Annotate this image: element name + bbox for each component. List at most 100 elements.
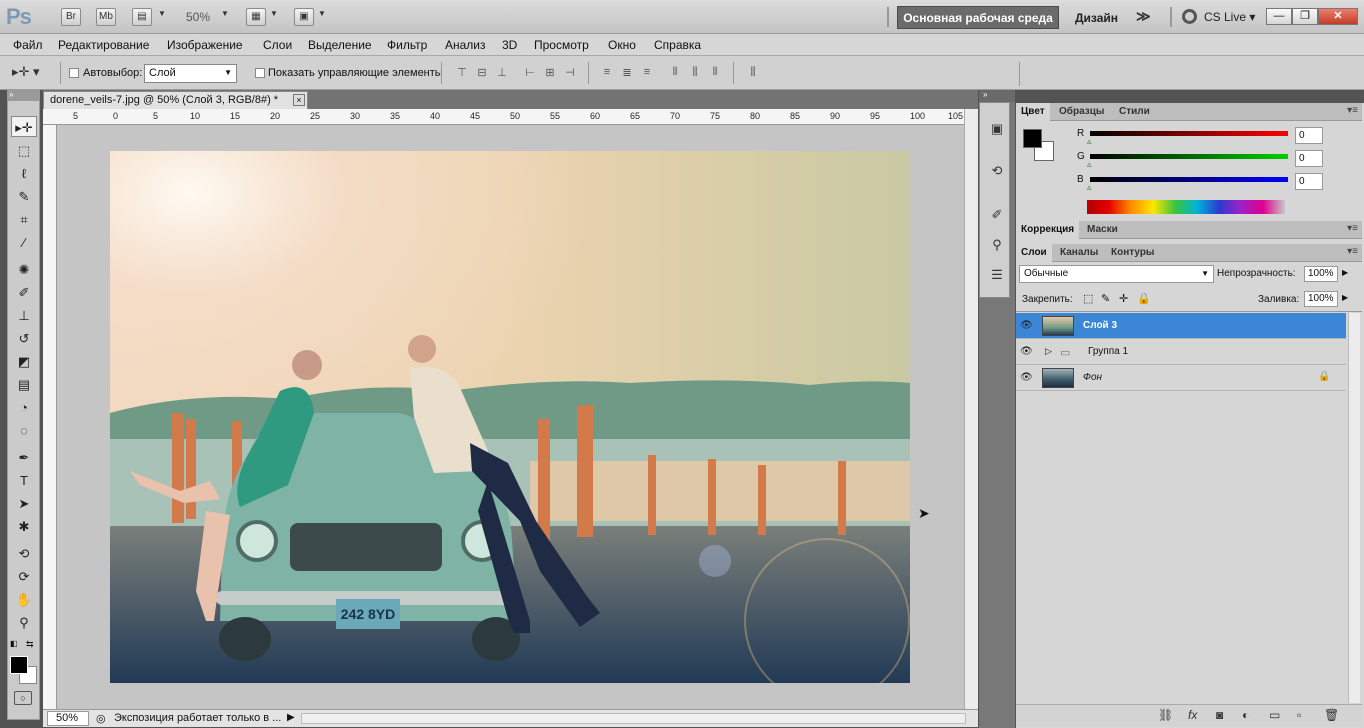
close-document-icon[interactable]: ×: [293, 94, 305, 106]
opacity-slider-icon[interactable]: ▶: [1342, 268, 1348, 277]
status-menu-icon[interactable]: ▶: [287, 712, 295, 723]
panel-menu-icon[interactable]: ▾≡: [1347, 246, 1358, 257]
history-icon[interactable]: ⟲: [988, 163, 1006, 181]
zoom-level[interactable]: 50%: [186, 10, 210, 24]
tool-presets-icon[interactable]: ☰: [988, 267, 1006, 285]
blend-mode-select[interactable]: Обычные ▼: [1019, 265, 1214, 283]
gradient-tool-icon[interactable]: ▤: [11, 374, 37, 395]
layer-row[interactable]: 👁 Фон 🔒: [1016, 365, 1346, 391]
menu-layer[interactable]: Слои: [263, 38, 292, 52]
delete-layer-icon[interactable]: 🗑: [1324, 708, 1339, 722]
clone-source-icon[interactable]: ⚲: [988, 237, 1006, 255]
tab-styles[interactable]: Стили: [1114, 103, 1155, 121]
layers-scrollbar[interactable]: [1348, 313, 1360, 703]
align-right-icon[interactable]: ⊣: [563, 66, 577, 80]
workspace-essentials-button[interactable]: Основная рабочая среда: [897, 6, 1059, 29]
fill-input[interactable]: 100%: [1304, 291, 1338, 307]
move-tool-icon[interactable]: ▸✛: [11, 116, 37, 137]
screen-mode-dropdown-icon[interactable]: ▼: [318, 9, 326, 18]
expand-group-icon[interactable]: ▷: [1045, 346, 1052, 357]
new-group-icon[interactable]: ▭: [1269, 708, 1280, 722]
mini-bridge-button[interactable]: Mb: [96, 8, 116, 26]
adjustment-layer-icon[interactable]: ◐: [1242, 708, 1249, 722]
eraser-tool-icon[interactable]: ◩: [11, 351, 37, 372]
opacity-input[interactable]: 100%: [1304, 266, 1338, 282]
navigator-icon[interactable]: ▣: [988, 121, 1006, 139]
foreground-color-swatch[interactable]: [1023, 129, 1042, 148]
layer-row[interactable]: 👁 ▷ ▭ Группа 1: [1016, 339, 1346, 365]
layer-style-icon[interactable]: fx: [1188, 708, 1197, 722]
document-image[interactable]: 242 8YD: [110, 151, 910, 683]
panel-menu-icon[interactable]: ▾≡: [1347, 223, 1358, 234]
history-brush-tool-icon[interactable]: ↺: [11, 328, 37, 349]
blur-tool-icon[interactable]: ◔: [11, 397, 37, 418]
type-tool-icon[interactable]: T: [11, 470, 37, 491]
menu-help[interactable]: Справка: [654, 38, 701, 52]
green-value-input[interactable]: 0: [1295, 150, 1323, 167]
align-bottom-icon[interactable]: ⊥: [495, 66, 509, 80]
add-mask-icon[interactable]: ◙: [1216, 708, 1223, 722]
menu-edit[interactable]: Редактирование: [58, 38, 149, 52]
arrange-documents-icon[interactable]: ▦: [246, 8, 266, 26]
cs-live-button[interactable]: CS Live ▾: [1204, 10, 1255, 24]
align-hcenter-icon[interactable]: ⊞: [543, 66, 557, 80]
autoselect-target-select[interactable]: Слой ▼: [144, 64, 237, 83]
align-top-icon[interactable]: ⊤: [455, 66, 469, 80]
lasso-tool-icon[interactable]: ℓ: [11, 163, 37, 184]
auto-align-layers-icon[interactable]: ⫼: [746, 66, 760, 80]
foreground-color-swatch[interactable]: [10, 656, 28, 674]
close-button[interactable]: ✕: [1318, 8, 1358, 25]
lock-all-icon[interactable]: 🔒: [1137, 292, 1151, 305]
fill-slider-icon[interactable]: ▶: [1342, 293, 1348, 302]
extras-icon[interactable]: ▤: [132, 8, 152, 26]
3d-rotate-tool-icon[interactable]: ⟲: [11, 543, 37, 564]
visibility-eye-icon[interactable]: 👁: [1020, 372, 1033, 383]
lock-image-icon[interactable]: ✎: [1101, 292, 1110, 305]
distribute-left-icon[interactable]: ⫴: [668, 66, 682, 80]
distribute-top-icon[interactable]: ≡: [600, 66, 614, 80]
tab-layers[interactable]: Слои: [1016, 244, 1052, 262]
menu-3d[interactable]: 3D: [502, 38, 517, 52]
tab-paths[interactable]: Контуры: [1106, 244, 1159, 262]
green-slider[interactable]: [1090, 154, 1288, 159]
align-left-icon[interactable]: ⊢: [523, 66, 537, 80]
menu-view[interactable]: Просмотр: [534, 38, 589, 52]
tab-adjustments[interactable]: Коррекция: [1016, 221, 1080, 239]
red-slider-handle[interactable]: ▵: [1087, 136, 1092, 147]
tab-color[interactable]: Цвет: [1016, 103, 1050, 121]
3d-orbit-tool-icon[interactable]: ⟳: [11, 566, 37, 587]
show-transform-controls-checkbox[interactable]: [255, 68, 265, 78]
path-selection-tool-icon[interactable]: ➤: [11, 493, 37, 514]
brush-presets-icon[interactable]: ✐: [988, 207, 1006, 225]
menu-window[interactable]: Окно: [608, 38, 636, 52]
extras-dropdown-icon[interactable]: ▼: [158, 9, 166, 18]
swap-colors-icon[interactable]: ⇆: [26, 639, 34, 650]
lock-transparent-icon[interactable]: ⬚: [1083, 292, 1093, 305]
toolbox-collapse-icon[interactable]: »: [7, 90, 40, 100]
red-slider[interactable]: [1090, 131, 1288, 136]
tab-channels[interactable]: Каналы: [1055, 244, 1103, 262]
layer-row[interactable]: 👁 Слой 3: [1016, 313, 1346, 339]
crop-tool-icon[interactable]: ⌗: [11, 209, 37, 230]
zoom-tool-icon[interactable]: ⚲: [11, 612, 37, 633]
distribute-right-icon[interactable]: ⫴: [708, 66, 722, 80]
tool-preset-icon[interactable]: ▸✛ ▾: [12, 64, 54, 84]
vertical-scrollbar[interactable]: [964, 109, 978, 709]
tab-swatches[interactable]: Образцы: [1054, 103, 1109, 121]
blue-value-input[interactable]: 0: [1295, 173, 1323, 190]
blue-slider-handle[interactable]: ▵: [1087, 182, 1092, 193]
panel-menu-icon[interactable]: ▾≡: [1347, 105, 1358, 116]
default-colors-icon[interactable]: ◧: [10, 639, 18, 648]
pen-tool-icon[interactable]: ✒: [11, 447, 37, 468]
arrange-dropdown-icon[interactable]: ▼: [270, 9, 278, 18]
color-spectrum-bar[interactable]: [1087, 200, 1285, 214]
quick-mask-icon[interactable]: ○: [14, 691, 32, 705]
menu-select[interactable]: Выделение: [308, 38, 372, 52]
shape-tool-icon[interactable]: ✱: [11, 516, 37, 537]
zoom-dropdown-icon[interactable]: ▼: [221, 9, 229, 18]
quick-selection-tool-icon[interactable]: ✎: [11, 186, 37, 207]
document-tab[interactable]: dorene_veils-7.jpg @ 50% (Слой 3, RGB/8#…: [43, 91, 308, 109]
horizontal-scrollbar[interactable]: [301, 713, 966, 724]
bridge-button[interactable]: Br: [61, 8, 81, 26]
menu-filter[interactable]: Фильтр: [387, 38, 427, 52]
